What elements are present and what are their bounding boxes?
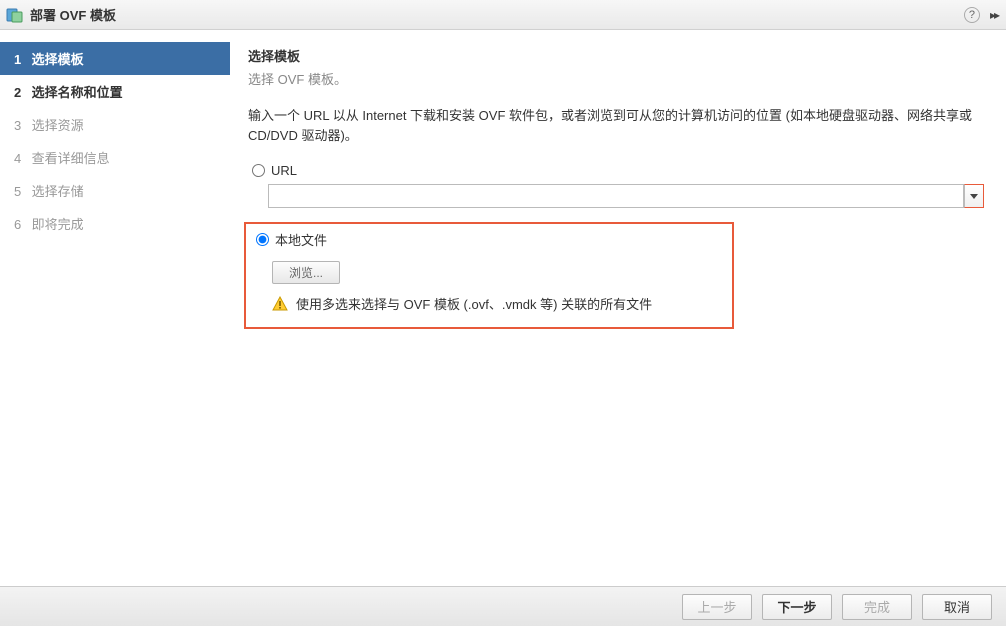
step-view-details: 4 查看详细信息	[0, 141, 230, 174]
url-input-row	[268, 184, 984, 208]
step-label: 选择资源	[32, 118, 84, 133]
titlebar-right: ? ▸▸	[964, 7, 998, 23]
main-area: 1 选择模板 2 选择名称和位置 3 选择资源 4 查看详细信息 5 选择存储 …	[0, 30, 1006, 586]
step-label: 查看详细信息	[32, 151, 110, 166]
footer: 上一步 下一步 完成 取消	[0, 586, 1006, 626]
step-select-name-location[interactable]: 2 选择名称和位置	[0, 75, 230, 108]
step-label: 选择名称和位置	[32, 85, 123, 100]
next-button[interactable]: 下一步	[762, 594, 832, 620]
source-url-radio[interactable]	[252, 164, 265, 177]
finish-button: 完成	[842, 594, 912, 620]
step-select-storage: 5 选择存储	[0, 174, 230, 207]
browse-button[interactable]: 浏览...	[272, 261, 340, 284]
window-title: 部署 OVF 模板	[30, 5, 116, 24]
source-local-row: 本地文件	[252, 230, 722, 249]
cancel-button[interactable]: 取消	[922, 594, 992, 620]
ovf-icon	[6, 6, 24, 24]
source-local-label[interactable]: 本地文件	[275, 230, 327, 249]
step-label: 即将完成	[32, 217, 84, 232]
content-panel: 选择模板 选择 OVF 模板。 输入一个 URL 以从 Internet 下载和…	[230, 30, 1006, 586]
step-select-resource: 3 选择资源	[0, 108, 230, 141]
source-local-section: 本地文件 浏览... 使用多选来选择与 OVF 模板 (.ovf、.vmdk 等…	[244, 222, 734, 329]
warning-icon	[272, 296, 288, 312]
chevron-down-icon	[970, 194, 978, 199]
source-local-radio[interactable]	[256, 233, 269, 246]
url-dropdown-button[interactable]	[964, 184, 984, 208]
warning-text: 使用多选来选择与 OVF 模板 (.ovf、.vmdk 等) 关联的所有文件	[296, 294, 652, 313]
expand-icon[interactable]: ▸▸	[990, 8, 998, 22]
source-url-label[interactable]: URL	[271, 163, 297, 178]
help-icon[interactable]: ?	[964, 7, 980, 23]
step-label: 选择模板	[32, 52, 84, 67]
wizard-steps-sidebar: 1 选择模板 2 选择名称和位置 3 选择资源 4 查看详细信息 5 选择存储 …	[0, 30, 230, 586]
titlebar: 部署 OVF 模板 ? ▸▸	[0, 0, 1006, 30]
url-input[interactable]	[268, 184, 964, 208]
source-url-row: URL	[248, 163, 984, 178]
titlebar-left: 部署 OVF 模板	[6, 5, 116, 24]
warning-row: 使用多选来选择与 OVF 模板 (.ovf、.vmdk 等) 关联的所有文件	[272, 294, 722, 313]
step-ready-complete: 6 即将完成	[0, 207, 230, 240]
step-select-template[interactable]: 1 选择模板	[0, 42, 230, 75]
content-title: 选择模板	[248, 46, 984, 65]
back-button: 上一步	[682, 594, 752, 620]
content-description: 输入一个 URL 以从 Internet 下载和安装 OVF 软件包，或者浏览到…	[248, 106, 984, 145]
step-label: 选择存储	[32, 184, 84, 199]
content-subtitle: 选择 OVF 模板。	[248, 69, 984, 88]
